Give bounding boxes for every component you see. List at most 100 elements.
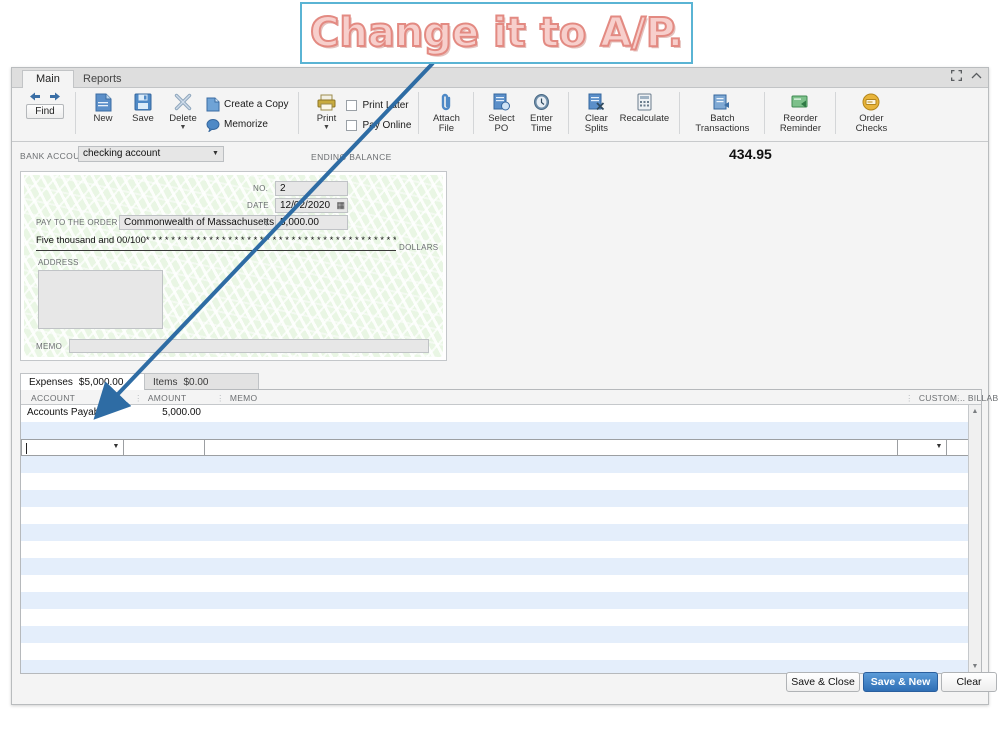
- chevron-down-icon[interactable]: ▼: [209, 147, 222, 160]
- print-label: Print: [316, 113, 337, 124]
- tab-items[interactable]: Items $0.00: [144, 373, 259, 390]
- clear-splits-button[interactable]: Clear Splits: [576, 88, 616, 134]
- recalculate-button[interactable]: Recalculate: [616, 88, 672, 124]
- column-header-memo[interactable]: ⋮ MEMO: [216, 393, 257, 404]
- order-checks-button[interactable]: Order Checks: [843, 88, 899, 134]
- save-and-new-button[interactable]: Save & New: [863, 672, 938, 692]
- account-input-cell[interactable]: ▼: [21, 439, 124, 456]
- ribbon-separator: [473, 92, 475, 134]
- delete-button[interactable]: Delete ▼: [163, 88, 203, 131]
- check-form-panel: NO. 2 DATE 12/02/2020 ▦ PAY TO THE ORDER…: [20, 171, 447, 361]
- chevron-up-icon[interactable]: [971, 72, 982, 80]
- cell-amount[interactable]: 5,000.00: [141, 407, 201, 418]
- window-controls: [951, 70, 982, 81]
- check-amount-field[interactable]: 5,000.00: [275, 215, 348, 230]
- table-row[interactable]: [21, 592, 981, 609]
- table-row-active[interactable]: ▼ ▼: [21, 439, 981, 457]
- calendar-icon[interactable]: ▦: [336, 200, 345, 211]
- print-later-checkbox[interactable]: [346, 99, 358, 111]
- grid-scrollbar[interactable]: ▲ ▼: [968, 405, 981, 673]
- table-row[interactable]: [21, 626, 981, 643]
- bank-account-row: BANK ACCOUNT checking account ▼ ENDING B…: [12, 142, 988, 166]
- column-header-billable[interactable]: ⋮BILLABL...: [954, 393, 999, 404]
- print-button[interactable]: Print ▼: [306, 88, 346, 131]
- printer-icon: [317, 92, 336, 112]
- table-row[interactable]: [21, 490, 981, 507]
- bank-account-value: checking account: [83, 148, 161, 159]
- new-document-icon: [95, 92, 112, 112]
- attach-file-button[interactable]: Attach File: [426, 88, 466, 134]
- column-header-account[interactable]: ACCOUNT: [31, 393, 75, 403]
- bank-account-select[interactable]: checking account ▼: [78, 146, 224, 162]
- address-field[interactable]: [38, 270, 163, 329]
- save-button[interactable]: Save: [123, 88, 163, 124]
- ribbon-separator: [568, 92, 570, 134]
- address-label: ADDRESS: [38, 258, 79, 267]
- find-button[interactable]: Find: [26, 104, 64, 119]
- save-and-close-button[interactable]: Save & Close: [786, 672, 860, 692]
- check-no-label: NO.: [253, 184, 269, 193]
- tab-main-label: Main: [36, 73, 60, 85]
- table-row[interactable]: [21, 524, 981, 541]
- print-options-group: Print Later Pay Online: [346, 88, 411, 138]
- table-row[interactable]: [21, 558, 981, 575]
- order-checks-label: Order Checks: [855, 113, 888, 134]
- delete-caret-icon[interactable]: ▼: [180, 124, 187, 131]
- chevron-down-icon[interactable]: ▼: [933, 440, 945, 453]
- cell-account[interactable]: Accounts Payable: [27, 407, 107, 418]
- table-row[interactable]: [21, 575, 981, 592]
- grid-body: Accounts Payable 5,000.00 ▼ ▼ ▲ ▼: [21, 405, 981, 673]
- print-later-row[interactable]: Print Later: [346, 95, 411, 115]
- reorder-reminder-label: Reorder Reminder: [779, 113, 821, 134]
- table-row[interactable]: [21, 473, 981, 490]
- ribbon-group-reorder: Reorder Reminder: [768, 88, 832, 142]
- batch-transactions-button[interactable]: Batch Transactions: [687, 88, 757, 134]
- table-row[interactable]: [21, 609, 981, 626]
- tab-main[interactable]: Main: [22, 70, 74, 88]
- ribbon-separator: [418, 92, 420, 134]
- ribbon-separator: [298, 92, 300, 134]
- annotation-callout-box: Change it to A/P.: [300, 2, 693, 64]
- check-no-field[interactable]: 2: [275, 181, 348, 196]
- table-row[interactable]: [21, 456, 981, 473]
- memo-input-cell[interactable]: [204, 439, 898, 456]
- check-date-field[interactable]: 12/02/2020 ▦: [275, 198, 348, 213]
- save-label: Save: [132, 113, 154, 124]
- pay-online-checkbox[interactable]: [346, 119, 358, 131]
- reorder-reminder-button[interactable]: Reorder Reminder: [772, 88, 828, 134]
- annotation-callout-text: Change it to A/P.: [309, 9, 684, 57]
- table-row[interactable]: [21, 541, 981, 558]
- table-row[interactable]: [21, 507, 981, 524]
- enter-time-button[interactable]: Enter Time: [521, 88, 561, 134]
- table-row[interactable]: [21, 643, 981, 660]
- back-arrow-icon[interactable]: [29, 91, 42, 102]
- clear-button[interactable]: Clear: [941, 672, 997, 692]
- customer-input-cell[interactable]: ▼: [897, 439, 947, 456]
- delete-x-icon: [174, 92, 192, 112]
- print-caret-icon[interactable]: ▼: [323, 124, 330, 131]
- clock-icon: [533, 92, 550, 112]
- recalculate-label: Recalculate: [619, 113, 670, 124]
- memorize-button[interactable]: Memorize: [203, 115, 291, 135]
- scroll-up-icon[interactable]: ▲: [969, 405, 981, 418]
- memo-field[interactable]: [69, 339, 429, 353]
- screenshot-root: Change it to A/P. Main Reports Find New …: [0, 0, 999, 749]
- select-po-button[interactable]: Select PO: [481, 88, 521, 134]
- tab-reports[interactable]: Reports: [69, 70, 136, 88]
- table-row-accounts-payable[interactable]: Accounts Payable 5,000.00: [21, 405, 981, 422]
- maximize-icon[interactable]: [951, 70, 962, 81]
- reorder-reminder-icon: [791, 92, 809, 112]
- pay-online-row[interactable]: Pay Online: [346, 115, 411, 135]
- ribbon-group-order-checks: Order Checks: [839, 88, 903, 142]
- tab-expenses[interactable]: Expenses $5,000.00: [20, 373, 145, 390]
- paperclip-icon: [441, 92, 452, 112]
- forward-arrow-icon[interactable]: [48, 91, 61, 102]
- batch-transactions-label: Batch Transactions: [695, 113, 750, 134]
- table-row[interactable]: [21, 422, 981, 439]
- tab-expenses-label: Expenses: [29, 376, 73, 388]
- column-header-amount[interactable]: ⋮ AMOUNT: [134, 393, 186, 404]
- chevron-down-icon[interactable]: ▼: [110, 440, 122, 453]
- amount-input-cell[interactable]: [123, 439, 205, 456]
- new-button[interactable]: New: [83, 88, 123, 124]
- create-a-copy-button[interactable]: Create a Copy: [203, 95, 291, 115]
